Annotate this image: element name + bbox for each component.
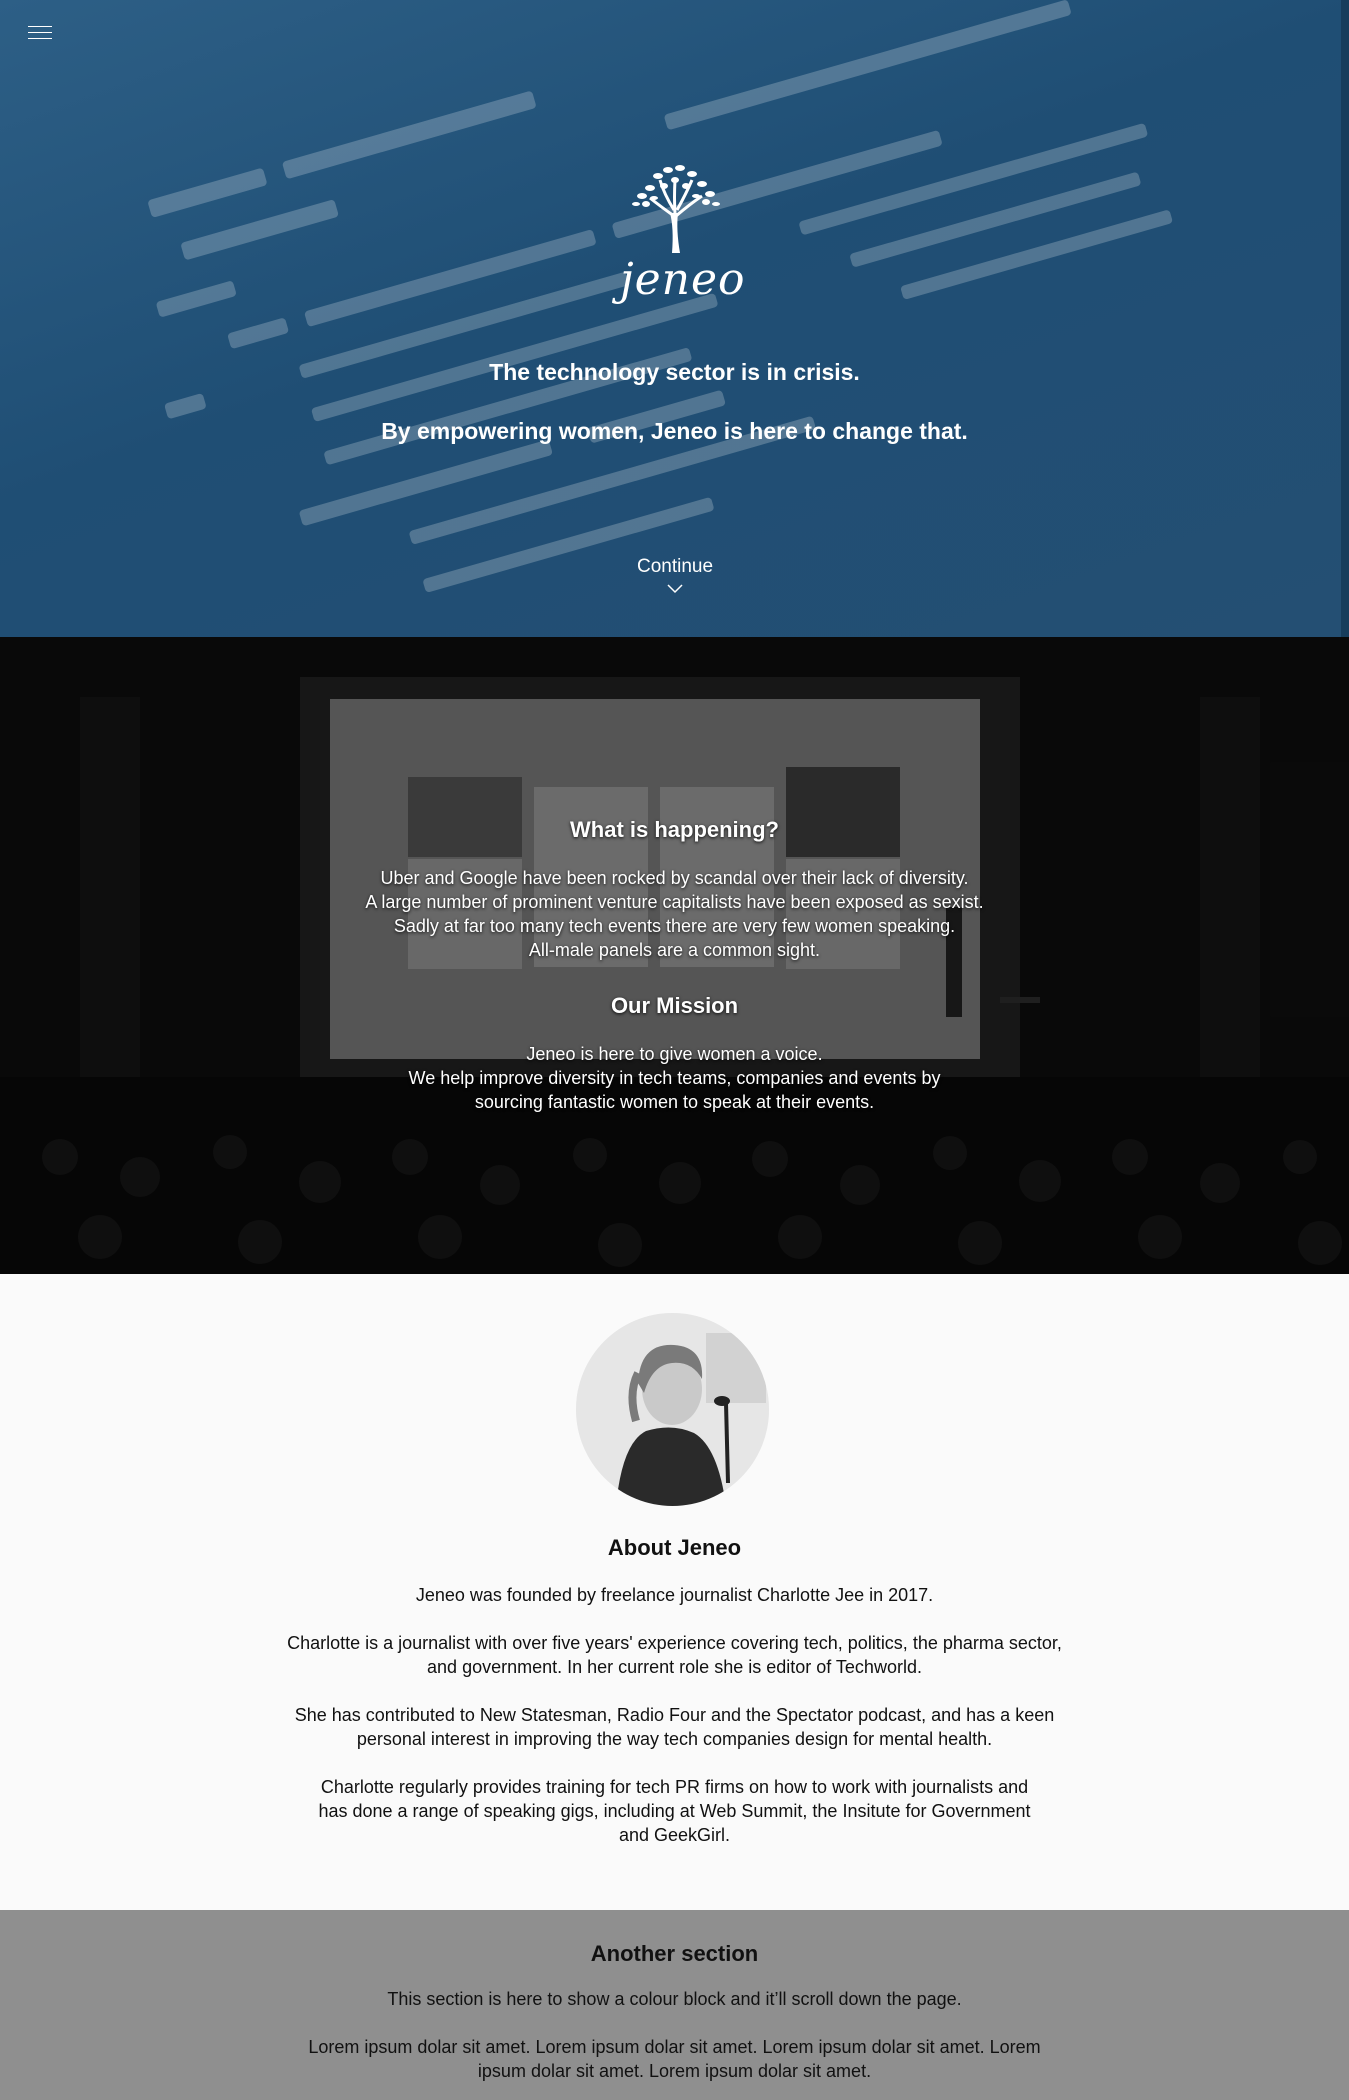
avatar (576, 1313, 769, 1506)
happening-line: All-male panels are a common sight. (528, 940, 821, 960)
another-line: ipsum dolar sit amet. Lorem ipsum dolar … (477, 2061, 872, 2081)
chevron-down-icon (667, 584, 683, 594)
mission-title: Our Mission (610, 993, 739, 1018)
right-edge-strip (1341, 0, 1349, 637)
happening-title: What is happening? (570, 817, 779, 842)
mission-section: What is happening? Uber and Google have … (0, 637, 1349, 1274)
continue-button[interactable]: Continue (575, 556, 775, 594)
mission-line: We help improve diversity in tech teams,… (408, 1068, 941, 1088)
about-line: Charlotte is a journalist with over five… (287, 1633, 1062, 1653)
about-paragraph-1: Jeneo was founded by freelance journalis… (0, 1583, 1349, 1607)
tree-icon (632, 165, 720, 253)
about-line: Charlotte regularly provides training fo… (320, 1777, 1029, 1797)
about-paragraph-2: Charlotte is a journalist with over five… (0, 1631, 1349, 1679)
about-line: and GeekGirl. (618, 1825, 731, 1845)
mission-text: Jeneo is here to give women a voice. We … (0, 1042, 1349, 1114)
another-paragraph-2: Lorem ipsum dolar sit amet. Lorem ipsum … (0, 2035, 1349, 2083)
about-line: has done a range of speaking gigs, inclu… (318, 1801, 1031, 1821)
happening-text: Uber and Google have been rocked by scan… (0, 866, 1349, 962)
jeneo-logo[interactable]: jeneo (620, 158, 746, 313)
another-title: Another section (590, 1941, 759, 1966)
another-section: Another section This section is here to … (0, 1910, 1349, 2100)
hero-headline: The technology sector is in crisis. (489, 359, 860, 385)
hero-subheadline: By empowering women, Jeneo is here to ch… (381, 418, 968, 444)
about-title: About Jeneo (607, 1535, 742, 1560)
another-paragraph-1: This section is here to show a colour bl… (0, 1987, 1349, 2011)
happening-line: A large number of prominent venture capi… (365, 892, 984, 912)
mission-line: Jeneo is here to give women a voice. (526, 1044, 823, 1064)
about-paragraph-4: Charlotte regularly provides training fo… (0, 1775, 1349, 1847)
code-background-image (148, 0, 1173, 593)
about-section: About Jeneo Jeneo was founded by freelan… (0, 1274, 1349, 1910)
happening-line: Uber and Google have been rocked by scan… (380, 868, 969, 888)
mission-line: sourcing fantastic women to speak at the… (474, 1092, 875, 1112)
another-line: Lorem ipsum dolar sit amet. Lorem ipsum … (308, 2037, 1041, 2057)
hero-section: jeneo The technology sector is in crisis… (0, 0, 1349, 637)
hamburger-icon[interactable] (28, 26, 52, 44)
speaker-photo (576, 1313, 769, 1506)
about-line: She has contributed to New Statesman, Ra… (294, 1705, 1055, 1725)
about-paragraph-3: She has contributed to New Statesman, Ra… (0, 1703, 1349, 1751)
happening-line: Sadly at far too many tech events there … (393, 916, 956, 936)
about-line: Jeneo was founded by freelance journalis… (415, 1585, 934, 1605)
logo-wordmark: jeneo (620, 254, 746, 305)
continue-label: Continue (636, 556, 714, 577)
about-line: and government. In her current role she … (427, 1657, 922, 1677)
about-line: personal interest in improving the way t… (356, 1729, 993, 1749)
another-line: This section is here to show a colour bl… (387, 1989, 962, 2009)
